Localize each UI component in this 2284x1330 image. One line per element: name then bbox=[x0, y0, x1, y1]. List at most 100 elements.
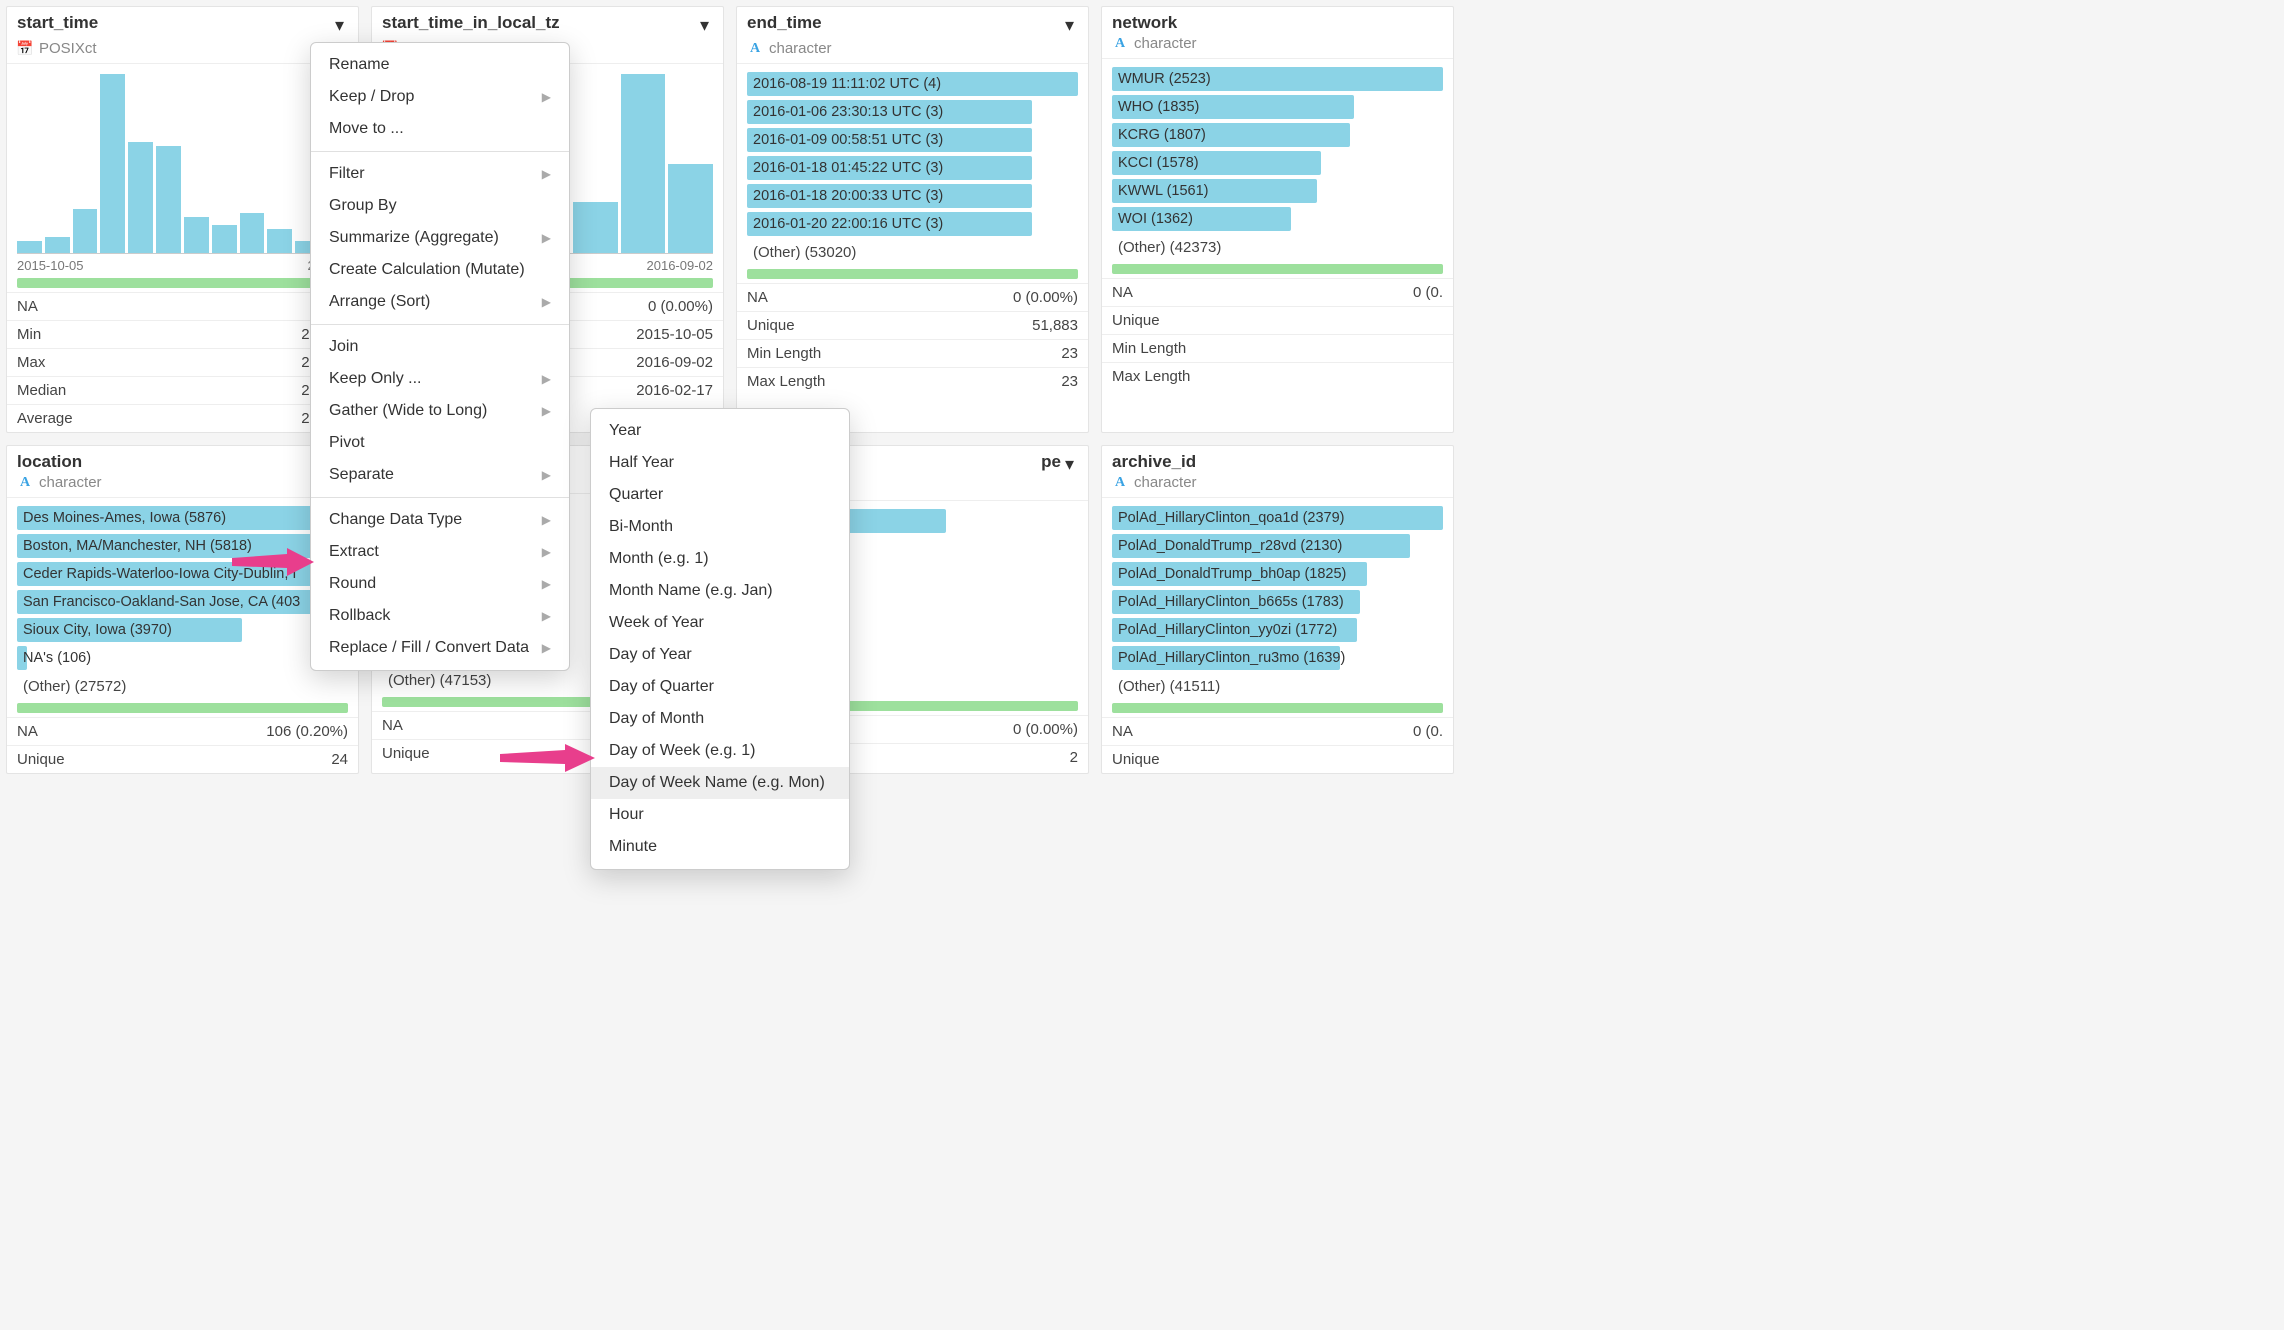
chevron-down-icon[interactable]: ▾ bbox=[1061, 13, 1078, 38]
value-bar-label: KCRG (1807) bbox=[1112, 127, 1206, 143]
menu-item-label: Summarize (Aggregate) bbox=[329, 229, 499, 247]
chevron-down-icon[interactable]: ▾ bbox=[331, 13, 348, 38]
menu-item-label: Keep / Drop bbox=[329, 88, 414, 106]
value-bar-row[interactable]: Des Moines-Ames, Iowa (5876) bbox=[17, 506, 348, 530]
submenu-item-label: Day of Quarter bbox=[609, 678, 714, 696]
menu-item[interactable]: Summarize (Aggregate)▶ bbox=[311, 222, 569, 254]
value-bar-row[interactable]: WOI (1362) bbox=[1112, 207, 1443, 231]
value-bar-label: PolAd_HillaryClinton_qoa1d (2379) bbox=[1112, 510, 1345, 526]
menu-item-label: Gather (Wide to Long) bbox=[329, 402, 487, 420]
column-type: character bbox=[769, 40, 832, 57]
menu-separator bbox=[311, 324, 569, 325]
submenu-item[interactable]: Half Year bbox=[591, 447, 849, 479]
value-bar-row[interactable]: KWWL (1561) bbox=[1112, 179, 1443, 203]
menu-item-label: Extract bbox=[329, 543, 379, 561]
extract-submenu[interactable]: Year Half Year QuarterBi-MonthMonth (e.g. … bbox=[590, 408, 850, 870]
menu-item[interactable]: Filter▶ bbox=[311, 158, 569, 190]
value-bar-row[interactable]: WHO (1835) bbox=[1112, 95, 1443, 119]
submenu-item[interactable]: Day of Year bbox=[591, 639, 849, 671]
column-card-end-time: end_time ▾ A character 2016-08-19 11:11:… bbox=[736, 6, 1089, 433]
value-bar-label: PolAd_HillaryClinton_yy0zi (1772) bbox=[1112, 622, 1337, 638]
value-bar-row[interactable]: PolAd_DonaldTrump_bh0ap (1825) bbox=[1112, 562, 1443, 586]
menu-item-label: Create Calculation (Mutate) bbox=[329, 261, 525, 279]
value-bar-row[interactable]: WMUR (2523) bbox=[1112, 67, 1443, 91]
histogram-bar bbox=[240, 213, 265, 253]
value-bar-row[interactable]: PolAd_HillaryClinton_ru3mo (1639) bbox=[1112, 646, 1443, 670]
menu-item[interactable]: Round▶ bbox=[311, 568, 569, 600]
value-bars: PolAd_HillaryClinton_qoa1d (2379) PolAd_D… bbox=[1102, 498, 1453, 699]
submenu-item[interactable]: Day of Week (e.g. 1) bbox=[591, 735, 849, 767]
submenu-item[interactable]: Day of Week Name (e.g. Mon) bbox=[591, 767, 849, 799]
submenu-item[interactable]: Month Name (e.g. Jan) bbox=[591, 575, 849, 607]
value-bar-row[interactable]: PolAd_DonaldTrump_r28vd (2130) bbox=[1112, 534, 1443, 558]
submenu-item[interactable]: Quarter bbox=[591, 479, 849, 511]
value-bar-row[interactable]: KCRG (1807) bbox=[1112, 123, 1443, 147]
column-card-location: location A character Des Moines-Ames, Io… bbox=[6, 445, 359, 774]
submenu-item[interactable]: Day of Month bbox=[591, 703, 849, 735]
menu-item[interactable]: Arrange (Sort)▶ bbox=[311, 286, 569, 318]
value-bar-row[interactable]: 2016-01-20 22:00:16 UTC (3) bbox=[747, 212, 1078, 236]
submenu-item[interactable]: Bi-Month bbox=[591, 511, 849, 543]
hist-x-min: 2015-10-05 bbox=[17, 258, 84, 273]
submenu-item-label: Half Year bbox=[609, 454, 674, 472]
column-card-network: network A character WMUR (2523)WHO (1835… bbox=[1101, 6, 1454, 433]
menu-item[interactable]: Group By bbox=[311, 190, 569, 222]
menu-item[interactable]: Replace / Fill / Convert Data▶ bbox=[311, 632, 569, 664]
annotation-arrow-icon bbox=[232, 548, 314, 578]
submenu-item-label: Week of Year bbox=[609, 614, 704, 632]
menu-item[interactable]: Gather (Wide to Long)▶ bbox=[311, 395, 569, 427]
value-bar-row[interactable]: San Francisco-Oakland-San Jose, CA (403 bbox=[17, 590, 348, 614]
histogram-bar bbox=[100, 74, 125, 253]
histogram-bar bbox=[156, 146, 181, 253]
submenu-item-label: Day of Year bbox=[609, 646, 692, 664]
value-bars: 2016-08-19 11:11:02 UTC (4) 2016-01-06 23… bbox=[737, 64, 1088, 265]
chevron-down-icon[interactable]: ▾ bbox=[1061, 452, 1078, 477]
menu-item[interactable]: Pivot bbox=[311, 427, 569, 459]
stats-table: NA0 (0.00%) Unique51,883 Min Length23 Ma… bbox=[737, 283, 1088, 395]
submenu-item[interactable]: Day of Quarter bbox=[591, 671, 849, 703]
value-bar-label: PolAd_DonaldTrump_bh0ap (1825) bbox=[1112, 566, 1346, 582]
histogram-bar bbox=[45, 237, 70, 253]
calendar-icon: 📅 bbox=[17, 41, 33, 57]
menu-item[interactable]: Separate▶ bbox=[311, 459, 569, 491]
value-bar-label: 2016-01-20 22:00:16 UTC (3) bbox=[747, 216, 943, 232]
submenu-item[interactable]: Year bbox=[591, 415, 849, 447]
value-bar-row[interactable]: PolAd_HillaryClinton_qoa1d (2379) bbox=[1112, 506, 1443, 530]
value-bar-label: WMUR (2523) bbox=[1112, 71, 1211, 87]
menu-item[interactable]: Move to ... bbox=[311, 113, 569, 145]
submenu-item[interactable]: Month (e.g. 1) bbox=[591, 543, 849, 575]
menu-item-label: Move to ... bbox=[329, 120, 404, 138]
submenu-item-label: Year bbox=[609, 422, 641, 440]
value-bar-row[interactable]: PolAd_HillaryClinton_b665s (1783) bbox=[1112, 590, 1443, 614]
menu-item[interactable]: Create Calculation (Mutate) bbox=[311, 254, 569, 286]
histogram-bar bbox=[668, 164, 713, 254]
column-context-menu[interactable]: RenameKeep / Drop▶ Move to ... Filter▶Grou… bbox=[310, 42, 570, 671]
menu-item[interactable]: Join bbox=[311, 331, 569, 363]
annotation-arrow-icon bbox=[500, 744, 595, 774]
value-bar-row[interactable]: Sioux City, Iowa (3970) bbox=[17, 618, 348, 642]
value-bar-row[interactable]: 2016-01-09 00:58:51 UTC (3) bbox=[747, 128, 1078, 152]
menu-item-label: Pivot bbox=[329, 434, 365, 452]
chevron-down-icon[interactable]: ▾ bbox=[696, 13, 713, 38]
column-title: location bbox=[17, 452, 82, 472]
menu-item[interactable]: Keep Only ...▶ bbox=[311, 363, 569, 395]
value-bar-row[interactable]: 2016-01-18 20:00:33 UTC (3) bbox=[747, 184, 1078, 208]
menu-item-label: Filter bbox=[329, 165, 365, 183]
histogram-bar bbox=[212, 225, 237, 253]
submenu-item[interactable]: Minute bbox=[591, 831, 849, 863]
value-bar-row[interactable]: 2016-01-06 23:30:13 UTC (3) bbox=[747, 100, 1078, 124]
menu-item[interactable]: Change Data Type▶ bbox=[311, 504, 569, 536]
menu-item[interactable]: Rollback▶ bbox=[311, 600, 569, 632]
value-bar-row[interactable]: 2016-08-19 11:11:02 UTC (4) bbox=[747, 72, 1078, 96]
menu-item[interactable]: Rename bbox=[311, 49, 569, 81]
menu-item[interactable]: Extract▶ bbox=[311, 536, 569, 568]
value-bar-row[interactable]: 2016-01-18 01:45:22 UTC (3) bbox=[747, 156, 1078, 180]
submenu-item[interactable]: Hour bbox=[591, 799, 849, 831]
submenu-item[interactable]: Week of Year bbox=[591, 607, 849, 639]
value-bar-row[interactable]: PolAd_HillaryClinton_yy0zi (1772) bbox=[1112, 618, 1443, 642]
menu-item[interactable]: Keep / Drop▶ bbox=[311, 81, 569, 113]
column-type: character bbox=[1134, 474, 1197, 491]
column-title: start_time bbox=[17, 13, 98, 33]
value-bar-row[interactable]: KCCI (1578) bbox=[1112, 151, 1443, 175]
menu-item-label: Replace / Fill / Convert Data bbox=[329, 639, 529, 657]
